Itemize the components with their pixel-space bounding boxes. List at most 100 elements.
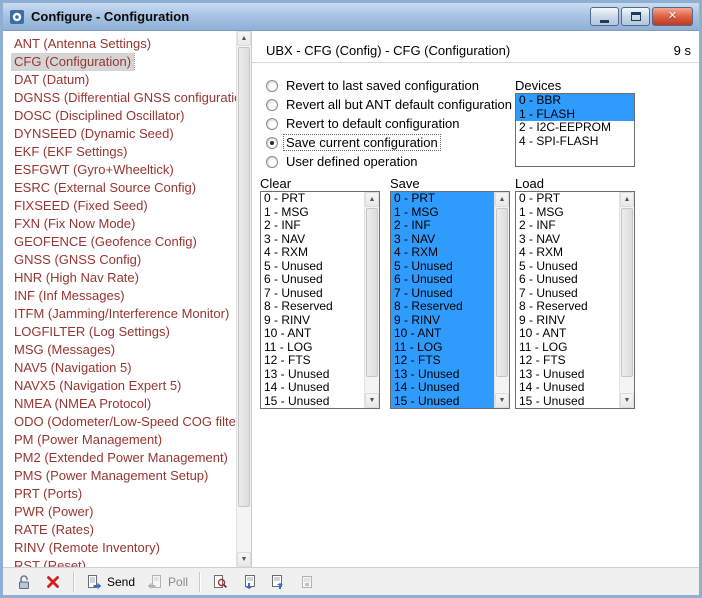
scroll-up-icon[interactable]: ▲ <box>237 31 251 46</box>
sidebar-item[interactable]: DOSC (Disciplined Oscillator) <box>11 107 236 125</box>
scroll-down-icon[interactable]: ▼ <box>495 393 509 408</box>
config-item[interactable]: 13 - Unused <box>261 368 364 382</box>
sidebar-item[interactable]: PM (Power Management) <box>11 431 236 449</box>
clear-listbox[interactable]: 0 - PRT 1 - MSG 2 - INF 3 - NAV 4 - RXM 5 - U… <box>260 191 380 409</box>
radio-save-current-configuration[interactable]: Save current configuration <box>266 133 514 152</box>
device-item[interactable]: 2 - I2C-EEPROM <box>516 121 634 135</box>
sidebar-item[interactable]: PM2 (Extended Power Management) <box>11 449 236 467</box>
sidebar-scrollbar[interactable]: ▲ ▼ <box>236 31 251 567</box>
config-item[interactable]: 15 - Unused <box>391 394 494 408</box>
sidebar-item[interactable]: CFG (Configuration) <box>11 53 236 71</box>
sidebar-item[interactable]: ITFM (Jamming/Interference Monitor) <box>11 305 236 323</box>
config-item[interactable]: 10 - ANT <box>391 327 494 341</box>
sidebar-item[interactable]: PRT (Ports) <box>11 485 236 503</box>
config-item[interactable]: 7 - Unused <box>391 286 494 300</box>
scroll-thumb[interactable] <box>621 208 633 378</box>
config-item[interactable]: 9 - RINV <box>391 313 494 327</box>
config-item[interactable]: 0 - PRT <box>261 192 364 206</box>
poll-once-icon[interactable] <box>211 573 229 591</box>
config-item[interactable]: 6 - Unused <box>516 273 619 287</box>
config-item[interactable]: 11 - LOG <box>516 341 619 355</box>
config-item[interactable]: 15 - Unused <box>516 395 619 409</box>
config-item[interactable]: 3 - NAV <box>261 233 364 247</box>
config-item[interactable]: 13 - Unused <box>516 368 619 382</box>
sidebar-item[interactable]: RATE (Rates) <box>11 521 236 539</box>
config-item[interactable]: 7 - Unused <box>261 287 364 301</box>
device-item[interactable]: 1 - FLASH <box>516 107 634 121</box>
scroll-up-icon[interactable]: ▲ <box>620 192 634 207</box>
sidebar-item[interactable]: INF (Inf Messages) <box>11 287 236 305</box>
load-scroll-track[interactable] <box>620 207 634 393</box>
config-item[interactable]: 8 - Reserved <box>391 300 494 314</box>
config-item[interactable]: 1 - MSG <box>261 206 364 220</box>
config-item[interactable]: 8 - Reserved <box>261 300 364 314</box>
sidebar-item[interactable]: MSG (Messages) <box>11 341 236 359</box>
config-item[interactable]: 11 - LOG <box>391 340 494 354</box>
config-item[interactable]: 2 - INF <box>391 219 494 233</box>
config-item[interactable]: 12 - FTS <box>261 354 364 368</box>
sidebar-item[interactable]: HNR (High Nav Rate) <box>11 269 236 287</box>
clear-scrollbar[interactable]: ▲ ▼ <box>364 192 379 408</box>
radio-user-defined-operation[interactable]: User defined operation <box>266 152 514 171</box>
config-item[interactable]: 2 - INF <box>516 219 619 233</box>
sidebar-item[interactable]: EKF (EKF Settings) <box>11 143 236 161</box>
save-scrollbar[interactable]: ▲ ▼ <box>494 192 509 408</box>
sidebar-item[interactable]: DGNSS (Differential GNSS configuration) <box>11 89 236 107</box>
poll-button[interactable]: Poll <box>146 573 188 591</box>
scroll-down-icon[interactable]: ▼ <box>237 552 251 567</box>
sidebar-item[interactable]: ESRC (External Source Config) <box>11 179 236 197</box>
config-item[interactable]: 9 - RINV <box>516 314 619 328</box>
config-item[interactable]: 10 - ANT <box>516 327 619 341</box>
record-icon[interactable] <box>298 573 316 591</box>
sidebar-item[interactable]: NAVX5 (Navigation Expert 5) <box>11 377 236 395</box>
sidebar-item[interactable]: DAT (Datum) <box>11 71 236 89</box>
sidebar-item[interactable]: RST (Reset) <box>11 557 236 567</box>
sidebar-item[interactable]: NMEA (NMEA Protocol) <box>11 395 236 413</box>
config-item[interactable]: 11 - LOG <box>261 341 364 355</box>
sidebar-item[interactable]: GEOFENCE (Geofence Config) <box>11 233 236 251</box>
maximize-button[interactable] <box>621 7 650 26</box>
sidebar-item[interactable]: ESFGWT (Gyro+Wheeltick) <box>11 161 236 179</box>
sidebar-item[interactable]: LOGFILTER (Log Settings) <box>11 323 236 341</box>
config-item[interactable]: 14 - Unused <box>391 381 494 395</box>
sidebar-item[interactable]: FXN (Fix Now Mode) <box>11 215 236 233</box>
config-item[interactable]: 4 - RXM <box>261 246 364 260</box>
save-listbox[interactable]: 0 - PRT 1 - MSG 2 - INF 3 - NAV 4 - RXM 5 - U… <box>390 191 510 409</box>
config-item[interactable]: 3 - NAV <box>516 233 619 247</box>
sidebar-item[interactable]: ANT (Antenna Settings) <box>11 35 236 53</box>
config-item[interactable]: 13 - Unused <box>391 367 494 381</box>
radio-revert-to-default-configuration[interactable]: Revert to default configuration <box>266 114 514 133</box>
scroll-thumb[interactable] <box>366 208 378 378</box>
config-item[interactable]: 6 - Unused <box>391 273 494 287</box>
config-item[interactable]: 1 - MSG <box>391 205 494 219</box>
config-item[interactable]: 5 - Unused <box>516 260 619 274</box>
sidebar-item[interactable]: RINV (Remote Inventory) <box>11 539 236 557</box>
sidebar-item[interactable]: FIXSEED (Fixed Seed) <box>11 197 236 215</box>
load-scrollbar[interactable]: ▲ ▼ <box>619 192 634 408</box>
sidebar-item[interactable]: ODO (Odometer/Low-Speed COG filter) <box>11 413 236 431</box>
scroll-thumb[interactable] <box>496 208 508 378</box>
devices-listbox[interactable]: 0 - BBR 1 - FLASH 2 - I2C-EEPROM 4 - SPI-FL… <box>515 93 635 167</box>
config-item[interactable]: 4 - RXM <box>391 246 494 260</box>
clear-icon[interactable] <box>44 573 62 591</box>
config-item[interactable]: 14 - Unused <box>516 381 619 395</box>
sidebar-item[interactable]: PMS (Power Management Setup) <box>11 467 236 485</box>
config-item[interactable]: 7 - Unused <box>516 287 619 301</box>
config-item[interactable]: 0 - PRT <box>391 192 494 206</box>
config-item[interactable]: 8 - Reserved <box>516 300 619 314</box>
scroll-thumb[interactable] <box>238 47 250 508</box>
config-item[interactable]: 14 - Unused <box>261 381 364 395</box>
config-item[interactable]: 1 - MSG <box>516 206 619 220</box>
sidebar-item[interactable]: DYNSEED (Dynamic Seed) <box>11 125 236 143</box>
sidebar-item[interactable]: GNSS (GNSS Config) <box>11 251 236 269</box>
minimize-button[interactable] <box>590 7 619 26</box>
scroll-down-icon[interactable]: ▼ <box>620 393 634 408</box>
config-item[interactable]: 0 - PRT <box>516 192 619 206</box>
config-item[interactable]: 5 - Unused <box>391 259 494 273</box>
config-item[interactable]: 12 - FTS <box>516 354 619 368</box>
save-scroll-track[interactable] <box>495 207 509 393</box>
config-item[interactable]: 9 - RINV <box>261 314 364 328</box>
load-listbox[interactable]: 0 - PRT 1 - MSG 2 - INF 3 - NAV 4 - RXM 5 - U… <box>515 191 635 409</box>
radio-revert-all-but-ant-default-configuration[interactable]: Revert all but ANT default configuration <box>266 95 514 114</box>
save-config-icon[interactable] <box>269 573 287 591</box>
